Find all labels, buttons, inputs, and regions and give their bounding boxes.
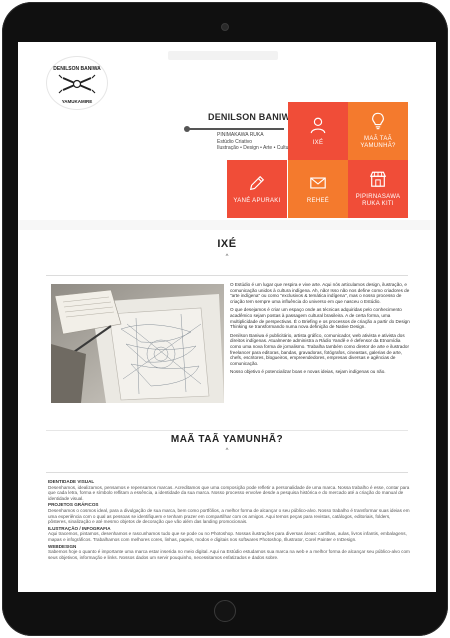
service-text: Desenhamos, idealizamos, pensamos e repe… bbox=[48, 484, 410, 501]
about-divider bbox=[46, 275, 408, 276]
brand-name: DENILSON BANIWA bbox=[208, 112, 297, 122]
camera-icon bbox=[221, 23, 229, 31]
chevron-up-icon[interactable]: ^ bbox=[18, 254, 436, 260]
services-divider bbox=[46, 472, 408, 473]
tile-ixe[interactable]: IXÉ bbox=[288, 102, 348, 160]
about-paragraph-1: O Estúdio é um lugar que respira e vive … bbox=[230, 282, 410, 304]
brand-divider bbox=[188, 128, 284, 130]
tile-rehee-label: REHEÉ bbox=[306, 197, 330, 204]
svg-text:DENILSON BANIWA: DENILSON BANIWA bbox=[53, 66, 101, 72]
section-divider-band bbox=[18, 220, 436, 230]
tablet-frame: DENILSON BANIWA YAMUKAMIRE DENILSON BANI… bbox=[2, 2, 448, 636]
tile-yane-apuraki-label: YANÉ APURAKI bbox=[233, 197, 281, 204]
tile-pipirnasawa-ruka-kiti-label: PIPIRNASAWA RUKA KITI bbox=[355, 194, 401, 207]
top-bar bbox=[168, 51, 278, 60]
tile-maa-taa-yamunha-label: MAÃ TAÃ YAMUNHÃ? bbox=[360, 136, 396, 149]
tile-pipirnasawa-ruka-kiti[interactable]: PIPIRNASAWA RUKA KITI bbox=[348, 160, 408, 218]
home-button[interactable] bbox=[214, 600, 236, 622]
services-title: MAÃ TAÃ YAMUNHÃ? bbox=[170, 434, 284, 445]
person-icon bbox=[310, 117, 326, 133]
service-item: WEBDESIGN Sabemos hoje o quanto é import… bbox=[48, 544, 410, 561]
pencil-icon bbox=[249, 175, 265, 190]
logo[interactable]: DENILSON BANIWA YAMUKAMIRE bbox=[46, 56, 108, 110]
logo-icon: DENILSON BANIWA YAMUKAMIRE bbox=[53, 66, 101, 104]
service-text: Sabemos hoje o quanto é importante uma m… bbox=[48, 549, 410, 560]
about-title: IXÉ bbox=[217, 238, 237, 250]
service-text: Desenhamos o cosmos ideal, para a divulg… bbox=[48, 507, 410, 525]
section-divider bbox=[46, 430, 408, 431]
service-text: Aqui tracemos, pintamos, desenhamos e ra… bbox=[48, 531, 407, 542]
service-item: IDENTIDADE VISUAL Desenhamos, idealizamo… bbox=[48, 479, 410, 501]
tile-yane-apuraki[interactable]: YANÉ APURAKI bbox=[227, 160, 287, 218]
envelope-icon bbox=[310, 176, 326, 189]
screen: DENILSON BANIWA YAMUKAMIRE DENILSON BANI… bbox=[18, 42, 436, 592]
service-item: ILUSTRAÇÃO / INFOGRAFIA Aqui tracemos, p… bbox=[48, 526, 410, 543]
services-list: IDENTIDADE VISUAL Desenhamos, idealizamo… bbox=[48, 479, 410, 561]
sketch-photo-image bbox=[51, 284, 224, 403]
about-text: O Estúdio é um lugar que respira e vive … bbox=[230, 282, 410, 378]
lightbulb-icon bbox=[372, 112, 384, 130]
about-paragraph-2: O que desejamos é criar um espaço onde a… bbox=[230, 307, 410, 330]
service-item: PROJETOS GRÁFICOS Desenhamos o cosmos id… bbox=[48, 502, 410, 524]
about-paragraph-4: Nosso objetivo é potencializar boas e no… bbox=[230, 369, 386, 375]
tile-maa-taa-yamunha[interactable]: MAÃ TAÃ YAMUNHÃ? bbox=[348, 102, 408, 160]
about-paragraph-3: Denilson Baniwa é publicitário, artista … bbox=[230, 332, 409, 366]
studio-photo bbox=[51, 284, 224, 403]
chevron-up-icon[interactable]: ^ bbox=[18, 448, 436, 454]
tile-ixe-label: IXÉ bbox=[312, 139, 324, 146]
tile-reheé[interactable]: REHEÉ bbox=[288, 160, 348, 218]
svg-text:YAMUKAMIRE: YAMUKAMIRE bbox=[62, 99, 93, 104]
store-icon bbox=[369, 171, 387, 187]
